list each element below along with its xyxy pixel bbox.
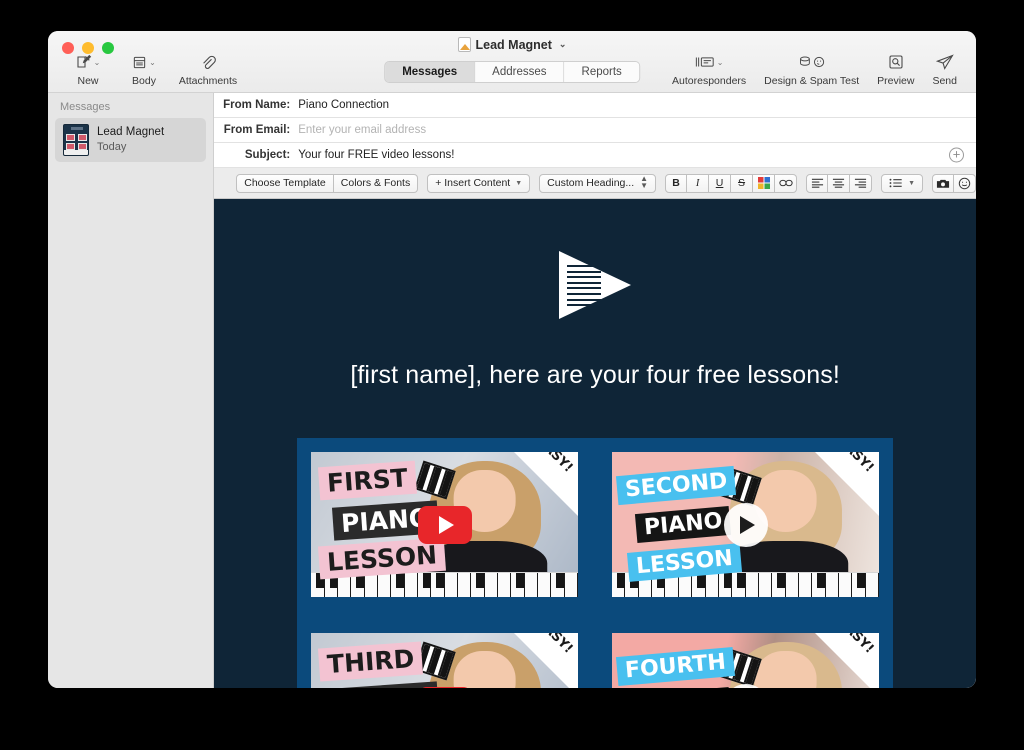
- template-group: Choose Template Colors & Fonts: [236, 173, 419, 193]
- design-spam-test-label: Design & Spam Test: [764, 75, 860, 87]
- youtube-play-icon[interactable]: [417, 686, 472, 688]
- sidebar: Messages Lead Magnet Today: [48, 93, 215, 688]
- underline-button[interactable]: U: [709, 173, 732, 193]
- from-name-input[interactable]: Piano Connection: [298, 99, 389, 111]
- compose-icon: [76, 51, 92, 73]
- preview-button[interactable]: Preview: [868, 51, 923, 87]
- paperclip-icon: [200, 51, 216, 73]
- design-spam-test-button[interactable]: Design & Spam Test: [755, 51, 868, 87]
- send-label: Send: [932, 75, 957, 87]
- main-tabs: Messages Addresses Reports: [384, 61, 640, 83]
- autoresponders-label: Autoresponders: [672, 75, 747, 87]
- send-button[interactable]: Send: [923, 51, 966, 87]
- align-right-icon[interactable]: [850, 173, 873, 193]
- send-icon: [935, 51, 954, 73]
- preview-icon: [888, 51, 904, 73]
- app-window: Lead Magnet ⌄ ⌄ New ⌄ Body Attachments M…: [48, 31, 976, 688]
- subject-label: Subject:: [244, 149, 291, 161]
- from-email-row[interactable]: From Email: Enter your email address: [214, 118, 976, 143]
- chevron-down-icon[interactable]: ⌄: [559, 39, 567, 50]
- document-title[interactable]: Lead Magnet ⌄: [48, 37, 976, 52]
- document-icon: [457, 37, 471, 52]
- new-button-label: New: [77, 75, 99, 87]
- screen: Lead Magnet ⌄ ⌄ New ⌄ Body Attachments M…: [0, 0, 1024, 750]
- body-icon: [132, 51, 147, 73]
- stepper-icon: ▲ ▼: [640, 174, 649, 190]
- email-headline: [first name], here are your four free le…: [350, 361, 840, 389]
- autoresponders-button[interactable]: ⌄ Autoresponders: [663, 51, 755, 87]
- from-name-row[interactable]: From Name: Piano Connection: [214, 93, 976, 118]
- document-title-label: Lead Magnet: [475, 37, 552, 52]
- window-body: Messages Lead Magnet Today From Name: Pi…: [48, 93, 976, 688]
- from-name-label: From Name:: [223, 99, 291, 111]
- list-chevron-down-icon: ▼: [908, 179, 915, 187]
- thumb3-line1: THIRD: [318, 641, 424, 682]
- video-thumbnail-1[interactable]: FIRST PIANO LESSON EASY!: [311, 452, 579, 597]
- list-item-title: Lead Magnet: [97, 126, 165, 139]
- piano-play-logo-icon: [559, 251, 632, 319]
- from-email-input[interactable]: Enter your email address: [298, 124, 426, 136]
- attachments-button[interactable]: Attachments: [172, 51, 244, 87]
- toolbar-left: ⌄ New ⌄ Body Attachments: [60, 51, 244, 87]
- colors-fonts-button[interactable]: Colors & Fonts: [333, 173, 419, 193]
- italic-button[interactable]: I: [687, 173, 710, 193]
- tab-messages[interactable]: Messages: [385, 62, 476, 82]
- bold-button[interactable]: B: [665, 173, 688, 193]
- video-thumbnail-3[interactable]: THIRD PIANO LESSON EASY!: [311, 633, 579, 688]
- choose-template-button[interactable]: Choose Template: [236, 173, 334, 193]
- camera-icon[interactable]: [932, 173, 954, 193]
- emoji-icon[interactable]: [954, 173, 976, 193]
- body-chevron-down-icon[interactable]: ⌄: [149, 58, 156, 67]
- title-bar: Lead Magnet ⌄ ⌄ New ⌄ Body Attachments M…: [48, 31, 976, 93]
- autoresponders-chevron-down-icon[interactable]: ⌄: [717, 58, 724, 67]
- message-thumbnail-icon: [63, 124, 89, 156]
- body-button[interactable]: ⌄ Body: [116, 51, 172, 87]
- body-button-label: Body: [132, 75, 156, 87]
- new-chevron-down-icon[interactable]: ⌄: [94, 58, 101, 67]
- autoresponder-icon: [695, 51, 715, 73]
- insert-content-button[interactable]: + Insert Content ▼: [427, 173, 531, 193]
- tab-addresses[interactable]: Addresses: [475, 62, 565, 82]
- tab-reports[interactable]: Reports: [564, 62, 639, 82]
- video-grid: FIRST PIANO LESSON EASY! SECOND PIANO LE…: [297, 438, 893, 688]
- link-icon[interactable]: [775, 173, 798, 193]
- new-button[interactable]: ⌄ New: [60, 51, 116, 87]
- design-spam-icon: [797, 51, 827, 73]
- easy-badge-4: EASY!: [815, 633, 879, 688]
- preview-label: Preview: [877, 75, 915, 87]
- list-item-date: Today: [97, 141, 127, 154]
- add-icon[interactable]: +: [949, 147, 964, 163]
- heading-style-label: Custom Heading...: [547, 177, 635, 189]
- list-item-lead-magnet[interactable]: Lead Magnet Today: [55, 118, 207, 162]
- media-group: [932, 173, 976, 193]
- subject-input[interactable]: Your four FREE video lessons!: [298, 149, 454, 161]
- easy-badge-1: EASY!: [514, 452, 579, 516]
- easy-badge-2: EASY!: [815, 452, 879, 516]
- easy-badge-3: EASY!: [514, 633, 579, 688]
- chevron-down-icon: ▼: [515, 179, 523, 187]
- heading-style-select[interactable]: Custom Heading... ▲ ▼: [539, 173, 657, 193]
- insert-content-label: + Insert Content: [435, 177, 511, 189]
- alignment-group: [806, 173, 873, 193]
- video-thumbnail-4[interactable]: FOURTH PIANO LESSON EASY!: [612, 633, 879, 688]
- youtube-play-icon[interactable]: [417, 505, 472, 544]
- thumb1-line1: FIRST: [318, 460, 417, 500]
- circle-play-icon[interactable]: [723, 502, 768, 547]
- text-style-group: B I U S: [665, 173, 798, 193]
- strikethrough-button[interactable]: S: [731, 173, 754, 193]
- sidebar-header: Messages: [60, 101, 111, 113]
- email-preview-canvas[interactable]: [first name], here are your four free le…: [214, 199, 976, 688]
- attachments-button-label: Attachments: [178, 75, 238, 87]
- align-left-icon[interactable]: [806, 173, 829, 193]
- from-email-label: From Email:: [223, 124, 291, 136]
- bullet-list-icon[interactable]: ▼: [881, 173, 923, 193]
- color-swatch-icon[interactable]: [753, 173, 776, 193]
- editor-pane: From Name: Piano Connection From Email: …: [214, 93, 976, 688]
- subject-row[interactable]: Subject: Your four FREE video lessons! +: [214, 143, 976, 168]
- toolbar-right: ⌄ Autoresponders Design & Spam Test Prev…: [663, 51, 966, 87]
- email-logo-wrapper: [214, 251, 976, 319]
- format-toolbar: Choose Template Colors & Fonts + Insert …: [214, 168, 976, 199]
- video-thumbnail-2[interactable]: SECOND PIANO LESSON EASY!: [612, 452, 879, 597]
- align-center-icon[interactable]: [828, 173, 851, 193]
